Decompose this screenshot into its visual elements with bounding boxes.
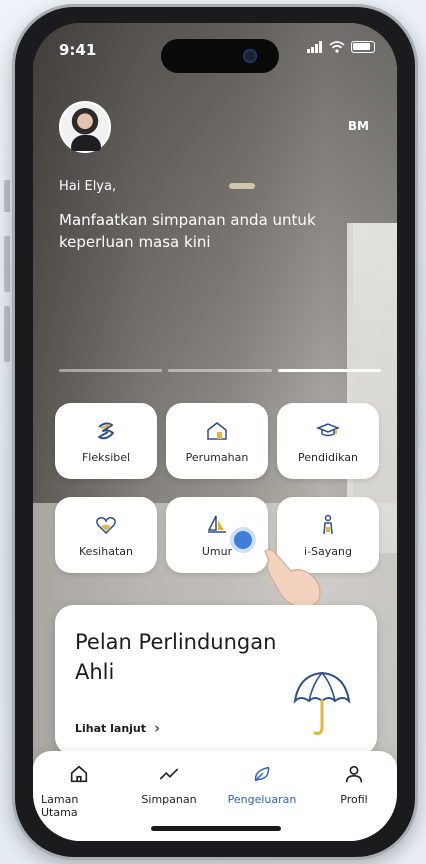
see-more-link[interactable]: Lihat lanjut › [75, 719, 160, 737]
tagline: Manfaatkan simpanan anda untuk keperluan… [59, 211, 316, 251]
category-label: Perumahan [185, 450, 249, 464]
signal-icon [307, 41, 322, 53]
heart-health-icon [96, 516, 116, 534]
chevron-right-icon: › [154, 719, 161, 737]
volume-up-button [4, 236, 10, 292]
category-kesihatan[interactable]: Kesihatan [55, 497, 157, 573]
category-label: Pendidikan [298, 450, 358, 464]
nav-label: Laman Utama [41, 793, 79, 819]
category-umur[interactable]: Umur [166, 497, 268, 573]
status-bar: 9:41 [33, 33, 397, 73]
promo-title: Pelan Perlindungan Ahli [75, 630, 277, 684]
home-icon [70, 765, 88, 783]
see-more-label: Lihat lanjut [75, 721, 147, 735]
carousel-progress [59, 369, 381, 372]
carousel-segment-active[interactable] [277, 369, 381, 372]
flexible-icon [98, 421, 114, 439]
silent-switch [4, 180, 10, 212]
trend-line-icon [159, 768, 179, 780]
carousel-segment[interactable] [168, 369, 272, 372]
category-perumahan[interactable]: Perumahan [166, 403, 268, 479]
pointing-hand-icon [264, 549, 321, 608]
greeting: Hai Elya, [59, 179, 117, 194]
nav-pengeluaran[interactable]: Pengeluaran [217, 763, 307, 806]
category-label: Umur [201, 544, 233, 558]
category-label: Kesihatan [79, 544, 133, 558]
nav-label: Simpanan [141, 793, 197, 806]
nav-simpanan[interactable]: Simpanan [133, 763, 205, 806]
carousel-segment[interactable] [59, 369, 163, 372]
user-icon [345, 765, 363, 783]
wifi-icon [329, 41, 345, 53]
leaf-icon [254, 766, 270, 782]
status-icons [307, 41, 375, 53]
battery-icon [351, 41, 375, 53]
nav-home[interactable]: Laman Utama [41, 763, 117, 819]
promo-card[interactable]: Pelan Perlindungan Ahli Lihat lanjut › [55, 605, 377, 755]
touch-indicator [234, 531, 252, 549]
nav-profil[interactable]: Profil [329, 763, 379, 806]
status-time: 9:41 [59, 41, 97, 59]
user-initials[interactable]: BM [348, 119, 369, 133]
category-fleksibel[interactable]: Fleksibel [55, 403, 157, 479]
family-icon [323, 514, 333, 534]
umbrella-icon [293, 671, 351, 735]
category-label: Fleksibel [81, 450, 131, 464]
nav-label: Pengeluaran [227, 793, 297, 806]
sailboat-icon [207, 515, 226, 533]
phone-frame: 9:41 BM Hai Elya, Manfaatkan simpanan an… [12, 4, 418, 860]
graduation-cap-icon [316, 422, 340, 436]
category-pendidikan[interactable]: Pendidikan [277, 403, 379, 479]
bottom-navigation: Laman Utama Simpanan Pengeluaran Profil [33, 751, 397, 841]
dynamic-island [161, 39, 279, 73]
avatar[interactable] [59, 101, 111, 153]
home-indicator[interactable] [151, 826, 281, 831]
app-screen: 9:41 BM Hai Elya, Manfaatkan simpanan an… [33, 23, 397, 841]
category-grid: Fleksibel Perumahan Pendidikan Kesihatan… [55, 403, 379, 573]
volume-down-button [4, 306, 10, 362]
house-icon [207, 421, 227, 440]
nav-label: Profil [340, 793, 368, 806]
